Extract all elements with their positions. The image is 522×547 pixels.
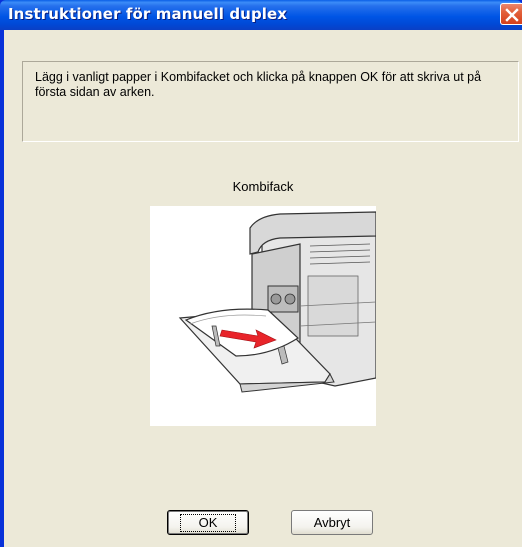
title-bar[interactable]: Instruktioner för manuell duplex <box>0 0 522 30</box>
cancel-button[interactable]: Avbryt <box>291 510 373 535</box>
illustration-label: Kombifack <box>232 179 294 194</box>
window-title: Instruktioner för manuell duplex <box>8 5 288 23</box>
ok-button[interactable]: OK <box>167 510 249 535</box>
ok-button-label: OK <box>179 513 237 532</box>
dialog-window: Instruktioner för manuell duplex Lägg i … <box>0 0 522 547</box>
instructions-group: Lägg i vanligt papper i Kombifacket och … <box>22 61 519 142</box>
instructions-text: Lägg i vanligt papper i Kombifacket och … <box>35 70 482 99</box>
dialog-body: Lägg i vanligt papper i Kombifacket och … <box>4 30 522 547</box>
printer-paper-feed-illustration <box>150 206 377 426</box>
close-button[interactable] <box>500 3 522 25</box>
close-icon <box>505 8 519 22</box>
